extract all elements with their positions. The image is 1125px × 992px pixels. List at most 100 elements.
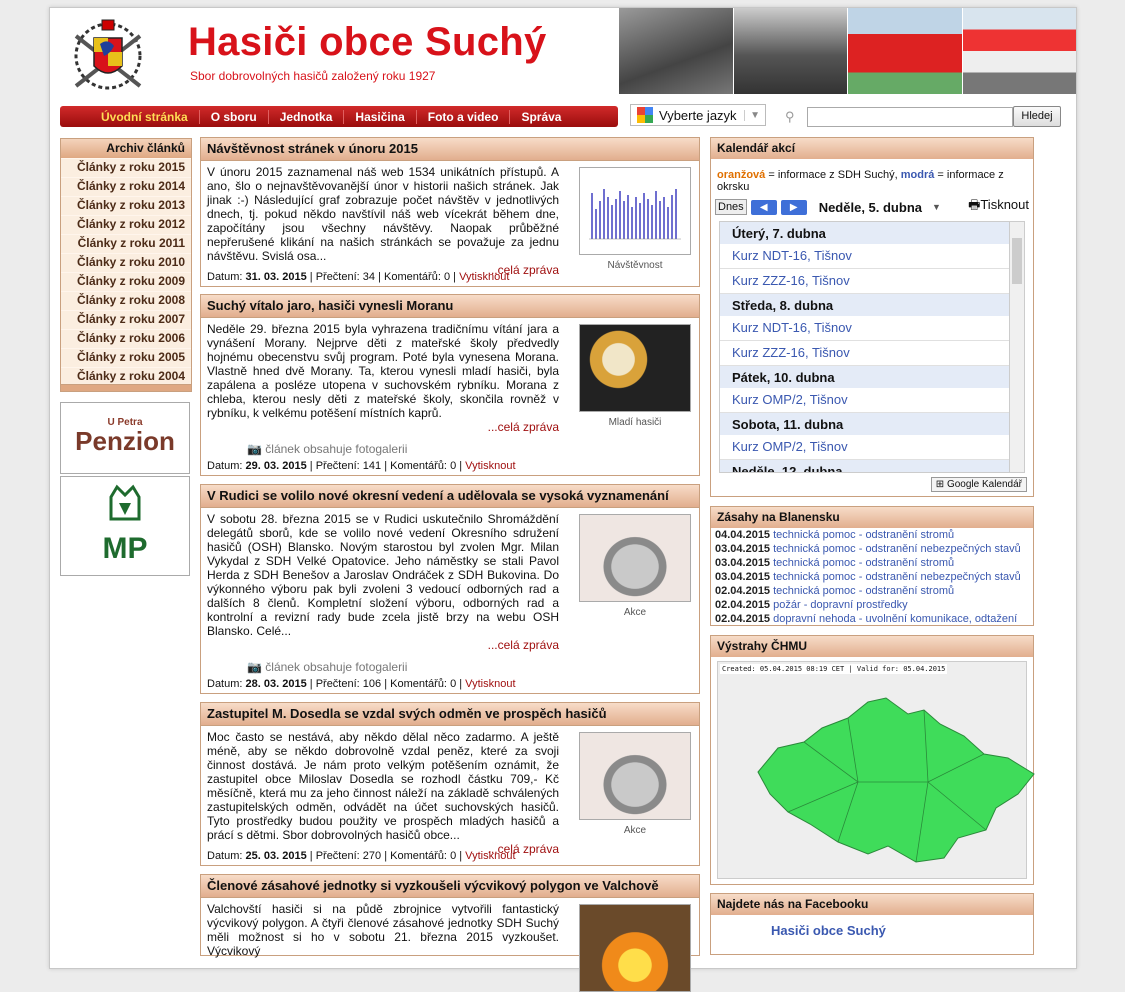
read-more-link[interactable]: ...celá zpráva (207, 420, 559, 434)
penzion-banner[interactable]: U Petra Penzion (60, 402, 190, 474)
chevron-down-icon[interactable]: ▼ (932, 202, 941, 212)
calendar-agenda[interactable]: Úterý, 7. dubna Kurz NDT-16, Tišnov Kurz… (719, 221, 1025, 473)
agenda-event[interactable]: Kurz ZZZ-16, Tišnov (720, 341, 1024, 366)
incident-text[interactable]: technická pomoc - odstranění nebezpečnýc… (773, 571, 1021, 583)
gallery-note: 📷 článek obsahuje fotogalerii (207, 660, 693, 674)
chevron-down-icon: ▼ (744, 109, 765, 121)
nav-photo-video[interactable]: Foto a video (417, 109, 511, 124)
language-label: Vyberte jazyk (659, 107, 737, 123)
legend-orange: oranžová (717, 169, 766, 181)
incident-text[interactable]: technická pomoc - odstranění stromů (773, 529, 954, 541)
scrollbar-thumb[interactable] (1012, 238, 1022, 284)
article-title[interactable]: Zastupitel M. Dosedla se vzdal svých odm… (201, 703, 699, 726)
calendar-current-date[interactable]: Neděle, 5. dubna (819, 200, 922, 215)
print-link[interactable]: Vytisknout (465, 850, 515, 862)
warning-map[interactable]: Created: 05.04.2015 08:19 CET | Valid fo… (717, 661, 1035, 879)
archive-item[interactable]: Články z roku 2007 (61, 310, 191, 329)
nav-firefighting[interactable]: Hasičina (344, 109, 417, 124)
article-card: Zastupitel M. Dosedla se vzdal svých odm… (200, 702, 700, 866)
prev-arrow-icon[interactable]: ◀ (750, 199, 777, 215)
article-card: Členové zásahové jednotky si vyzkoušeli … (200, 874, 700, 992)
fire-brigade-logo[interactable] (62, 16, 154, 96)
article-reads: 34 (362, 271, 376, 283)
today-button[interactable]: Dnes (715, 199, 747, 215)
meta-comments-label: Komentářů: (390, 678, 447, 690)
nav-admin[interactable]: Správa (510, 110, 572, 124)
meta-reads-label: Přečtení: (315, 460, 360, 472)
agenda-event[interactable]: Kurz NDT-16, Tišnov (720, 316, 1024, 341)
helmet-photo (579, 514, 691, 602)
archive-item[interactable]: Články z roku 2008 (61, 291, 191, 310)
mp-banner[interactable]: MP (60, 476, 190, 576)
read-more-link[interactable]: ...celá zpráva (207, 638, 559, 652)
agenda-day: Neděle, 12. dubna (720, 460, 1024, 472)
gallery-note-text: článek obsahuje fotogalerii (265, 660, 408, 674)
article-text: Moc často se nestává, aby někdo dělal ně… (207, 730, 559, 842)
print-link[interactable]: Vytisknout (465, 460, 515, 472)
incident-row[interactable]: 03.04.2015 technická pomoc - odstranění … (711, 556, 1033, 570)
search-button[interactable]: Hledej (1013, 106, 1061, 127)
language-select[interactable]: Vyberte jazyk ▼ (630, 104, 766, 126)
article-thumbnail[interactable]: Akce (579, 514, 691, 620)
article-thumbnail[interactable]: Mladí hasiči (579, 324, 691, 430)
archive-item[interactable]: Články z roku 2015 (61, 158, 191, 177)
agenda-scrollbar[interactable] (1009, 222, 1024, 472)
incident-row[interactable]: 02.04.2015 požár - dopravní prostředky (711, 598, 1033, 612)
archive-item[interactable]: Články z roku 2014 (61, 177, 191, 196)
article-title[interactable]: Návštěvnost stránek v únoru 2015 (201, 138, 699, 161)
incident-date: 02.04.2015 (715, 585, 771, 597)
incident-row[interactable]: 03.04.2015 technická pomoc - odstranění … (711, 570, 1033, 584)
agenda-event[interactable]: Kurz NDT-16, Tišnov (720, 244, 1024, 269)
incident-row[interactable]: 02.04.2015 dopravní nehoda - uvolnění ko… (711, 612, 1033, 626)
main-nav: Úvodní stránka O sboru Jednotka Hasičina… (60, 106, 618, 127)
agenda-event[interactable]: Kurz OMP/2, Tišnov (720, 388, 1024, 413)
site-title[interactable]: Hasiči obce Suchý (188, 20, 547, 65)
nav-about[interactable]: O sboru (200, 109, 269, 124)
site-subtitle: Sbor dobrovolných hasičů založený roku 1… (190, 69, 436, 83)
article-thumbnail[interactable] (579, 904, 691, 992)
incident-row[interactable]: 02.04.2015 technická pomoc - odstranění … (711, 584, 1033, 598)
article-title[interactable]: Suchý vítalo jaro, hasiči vynesli Moranu (201, 295, 699, 318)
incident-text[interactable]: technická pomoc - odstranění stromů (773, 557, 954, 569)
article-title[interactable]: Členové zásahové jednotky si vyzkoušeli … (201, 875, 699, 898)
calendar-panel: Kalendář akcí oranžová = informace z SDH… (710, 137, 1034, 497)
incident-row[interactable]: 03.04.2015 technická pomoc - odstranění … (711, 542, 1033, 556)
google-calendar-button[interactable]: ⊞ Google Kalendář (930, 477, 1027, 492)
header-photos (618, 8, 1076, 94)
printer-icon: 🖶 (968, 197, 981, 212)
calendar-print-button[interactable]: 🖶Tisknout (968, 196, 1029, 218)
article-text: V únoru 2015 zaznamenal náš web 1534 uni… (207, 165, 559, 263)
article-title[interactable]: V Rudici se volilo nové okresní vedení a… (201, 485, 699, 508)
nav-unit[interactable]: Jednotka (269, 109, 345, 124)
incident-text[interactable]: dopravní nehoda - uvolnění komunikace, o… (773, 613, 1017, 625)
search-input[interactable] (807, 107, 1013, 127)
fire-training-photo (579, 904, 691, 992)
archive-item[interactable]: Články z roku 2010 (61, 253, 191, 272)
incident-text[interactable]: požár - dopravní prostředky (773, 599, 908, 611)
archive-item[interactable]: Články z roku 2009 (61, 272, 191, 291)
article-thumbnail[interactable]: Akce (579, 732, 691, 838)
article-thumbnail[interactable]: Návštěvnost (579, 167, 691, 273)
archive-item[interactable]: Články z roku 2005 (61, 348, 191, 367)
agenda-event[interactable]: Kurz OMP/2, Tišnov (720, 435, 1024, 460)
meta-comments-label: Komentářů: (390, 460, 447, 472)
incident-row[interactable]: 04.04.2015 technická pomoc - odstranění … (711, 528, 1033, 542)
gallery-note: 📷 článek obsahuje fotogalerii (207, 442, 693, 456)
nav-home[interactable]: Úvodní stránka (90, 109, 200, 124)
meta-reads-label: Přečtení: (315, 850, 360, 862)
article-meta: Datum: 28. 03. 2015 | Přečtení: 106 | Ko… (207, 678, 516, 690)
archive-item[interactable]: Články z roku 2006 (61, 329, 191, 348)
google-icon (637, 107, 653, 123)
archive-item[interactable]: Články z roku 2011 (61, 234, 191, 253)
incident-date: 02.04.2015 (715, 599, 771, 611)
next-arrow-icon[interactable]: ▶ (780, 199, 807, 215)
incident-text[interactable]: technická pomoc - odstranění nebezpečnýc… (773, 543, 1021, 555)
archive-item[interactable]: Články z roku 2013 (61, 196, 191, 215)
article-meta: Datum: 31. 03. 2015 | Přečtení: 34 | Kom… (207, 271, 510, 283)
archive-title: Archiv článků (61, 139, 191, 158)
incident-text[interactable]: technická pomoc - odstranění stromů (773, 585, 954, 597)
print-link[interactable]: Vytisknout (465, 678, 515, 690)
print-link[interactable]: Vytisknout (459, 271, 509, 283)
agenda-event[interactable]: Kurz ZZZ-16, Tišnov (720, 269, 1024, 294)
archive-item[interactable]: Články z roku 2012 (61, 215, 191, 234)
